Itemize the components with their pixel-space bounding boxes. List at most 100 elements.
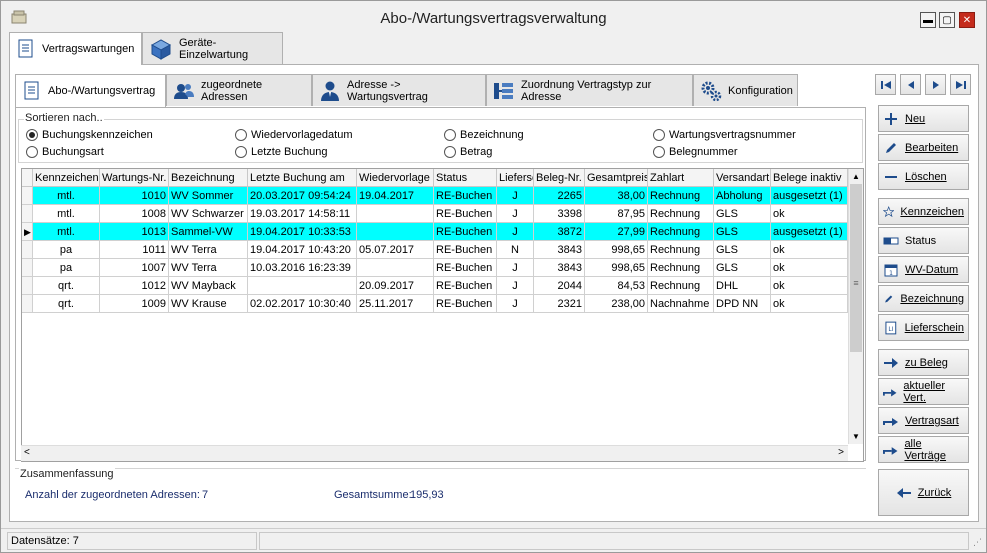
- table-cell[interactable]: Rechnung: [648, 223, 714, 241]
- table-cell[interactable]: 1007: [100, 259, 169, 277]
- table-cell[interactable]: Rechnung: [648, 259, 714, 277]
- radio-letzte-buchung[interactable]: Letzte Buchung: [235, 146, 327, 158]
- row-indicator[interactable]: [22, 295, 33, 313]
- column-header[interactable]: Status: [434, 169, 497, 187]
- row-indicator[interactable]: [22, 241, 33, 259]
- table-cell[interactable]: DPD NN: [714, 295, 771, 313]
- table-cell[interactable]: Abholung: [714, 187, 771, 205]
- table-cell[interactable]: J: [497, 295, 534, 313]
- table-cell[interactable]: ok: [771, 295, 848, 313]
- tab-konfiguration[interactable]: Konfiguration: [693, 74, 798, 106]
- new-button[interactable]: Neu: [878, 105, 969, 132]
- table-cell[interactable]: mtl.: [33, 223, 100, 241]
- row-indicator[interactable]: [22, 205, 33, 223]
- column-header[interactable]: Letzte Buchung am: [248, 169, 357, 187]
- scroll-up-icon[interactable]: ▲: [849, 169, 863, 184]
- current-row-arrow-icon[interactable]: ▶: [22, 223, 33, 241]
- table-cell[interactable]: GLS: [714, 259, 771, 277]
- table-row[interactable]: pa 1007 WV Terra 10.03.2016 16:23:39 RE-Buch…: [22, 259, 848, 277]
- scroll-thumb[interactable]: [850, 184, 862, 352]
- table-cell[interactable]: 1011: [100, 241, 169, 259]
- table-cell[interactable]: Rechnung: [648, 205, 714, 223]
- close-button[interactable]: ✕: [959, 12, 975, 28]
- radio-wiedervorlagedatum[interactable]: Wiedervorlagedatum: [235, 129, 353, 141]
- table-cell[interactable]: 27,99: [585, 223, 648, 241]
- table-cell[interactable]: 1010: [100, 187, 169, 205]
- table-cell[interactable]: mtl.: [33, 205, 100, 223]
- table-cell[interactable]: 84,53: [585, 277, 648, 295]
- table-cell[interactable]: Rechnung: [648, 277, 714, 295]
- table-cell[interactable]: 19.04.2017 10:33:53: [248, 223, 357, 241]
- minimize-button[interactable]: ▬: [920, 12, 936, 28]
- table-row[interactable]: ▶ mtl. 1013 Sammel-VW 19.04.2017 10:33:53 RE-…: [22, 223, 848, 241]
- next-record-button[interactable]: [925, 74, 946, 95]
- table-row[interactable]: qrt. 1012 WV Mayback 20.09.2017 RE-Buchen J 20…: [22, 277, 848, 295]
- table-cell[interactable]: WV Schwarzer: [169, 205, 248, 223]
- grid-vertical-scrollbar[interactable]: ▲ ≡ ▼: [848, 169, 863, 444]
- table-cell[interactable]: pa: [33, 241, 100, 259]
- column-header[interactable]: Bezeichnung: [169, 169, 248, 187]
- contract-type-button[interactable]: Vertragsart: [878, 407, 969, 434]
- table-cell[interactable]: DHL: [714, 277, 771, 295]
- table-row[interactable]: mtl. 1008 WV Schwarzer 19.03.2017 14:58:11 R…: [22, 205, 848, 223]
- column-header[interactable]: Belege inaktiv: [771, 169, 848, 187]
- delete-button[interactable]: Löschen: [878, 163, 969, 190]
- table-cell[interactable]: ok: [771, 241, 848, 259]
- table-cell[interactable]: [357, 259, 434, 277]
- last-record-button[interactable]: [950, 74, 971, 95]
- column-header[interactable]: Wartungs-Nr.: [100, 169, 169, 187]
- table-cell[interactable]: GLS: [714, 241, 771, 259]
- previous-record-button[interactable]: [900, 74, 921, 95]
- table-cell[interactable]: qrt.: [33, 277, 100, 295]
- table-cell[interactable]: Sammel-VW: [169, 223, 248, 241]
- table-cell[interactable]: WV Sommer: [169, 187, 248, 205]
- tab-zuordnung-vertragstyp[interactable]: Zuordnung Vertragstyp zur Adresse: [486, 74, 693, 106]
- table-cell[interactable]: ok: [771, 277, 848, 295]
- column-header[interactable]: Zahlart: [648, 169, 714, 187]
- back-button[interactable]: Zurück: [878, 469, 969, 516]
- table-cell[interactable]: [248, 277, 357, 295]
- table-cell[interactable]: qrt.: [33, 295, 100, 313]
- radio-buchungskennzeichen[interactable]: Buchungskennzeichen: [26, 129, 153, 141]
- edit-button[interactable]: Bearbeiten: [878, 134, 969, 161]
- tab-vertragswartungen[interactable]: Vertragswartungen: [9, 32, 142, 65]
- tab-adresse-wartungsvertrag[interactable]: Adresse -> Wartungsvertrag: [312, 74, 486, 106]
- table-cell[interactable]: [357, 205, 434, 223]
- table-cell[interactable]: 1012: [100, 277, 169, 295]
- table-cell[interactable]: WV Terra: [169, 259, 248, 277]
- table-cell[interactable]: [357, 223, 434, 241]
- radio-wartungsvertragsnummer[interactable]: Wartungsvertragsnummer: [653, 129, 796, 141]
- row-indicator[interactable]: [22, 277, 33, 295]
- table-cell[interactable]: 1008: [100, 205, 169, 223]
- table-row[interactable]: mtl. 1010 WV Sommer 20.03.2017 09:54:24 19.0…: [22, 187, 848, 205]
- wv-date-button[interactable]: 1 WV-Datum: [878, 256, 969, 283]
- table-cell[interactable]: J: [497, 259, 534, 277]
- column-header[interactable]: Kennzeichen: [33, 169, 100, 187]
- table-cell[interactable]: 10.03.2016 16:23:39: [248, 259, 357, 277]
- table-cell[interactable]: 20.09.2017: [357, 277, 434, 295]
- table-cell[interactable]: WV Krause: [169, 295, 248, 313]
- scroll-down-icon[interactable]: ▼: [849, 429, 863, 444]
- table-cell[interactable]: 3872: [534, 223, 585, 241]
- tab-abo-wartungsvertrag[interactable]: Abo-/Wartungsvertrag: [15, 74, 166, 107]
- table-cell[interactable]: 998,65: [585, 259, 648, 277]
- table-cell[interactable]: J: [497, 277, 534, 295]
- column-header[interactable]: Versandart: [714, 169, 771, 187]
- contracts-grid[interactable]: Kennzeichen Wartungs-Nr. Bezeichnung Let…: [21, 168, 864, 462]
- table-cell[interactable]: GLS: [714, 205, 771, 223]
- table-cell[interactable]: ausgesetzt (1): [771, 223, 848, 241]
- first-record-button[interactable]: [875, 74, 896, 95]
- table-cell[interactable]: 19.04.2017 10:43:20: [248, 241, 357, 259]
- delivery-note-button[interactable]: LI Lieferschein: [878, 314, 969, 341]
- table-cell[interactable]: Rechnung: [648, 187, 714, 205]
- table-cell[interactable]: RE-Buchen: [434, 295, 497, 313]
- column-header[interactable]: Lieferschein: [497, 169, 534, 187]
- row-indicator[interactable]: [22, 259, 33, 277]
- table-cell[interactable]: 1009: [100, 295, 169, 313]
- current-contract-button[interactable]: aktueller Vert.: [878, 378, 969, 405]
- table-cell[interactable]: 998,65: [585, 241, 648, 259]
- resize-grip-icon[interactable]: ⋰: [973, 537, 982, 548]
- table-cell[interactable]: J: [497, 187, 534, 205]
- table-cell[interactable]: RE-Buchen: [434, 277, 497, 295]
- table-cell[interactable]: RE-Buchen: [434, 259, 497, 277]
